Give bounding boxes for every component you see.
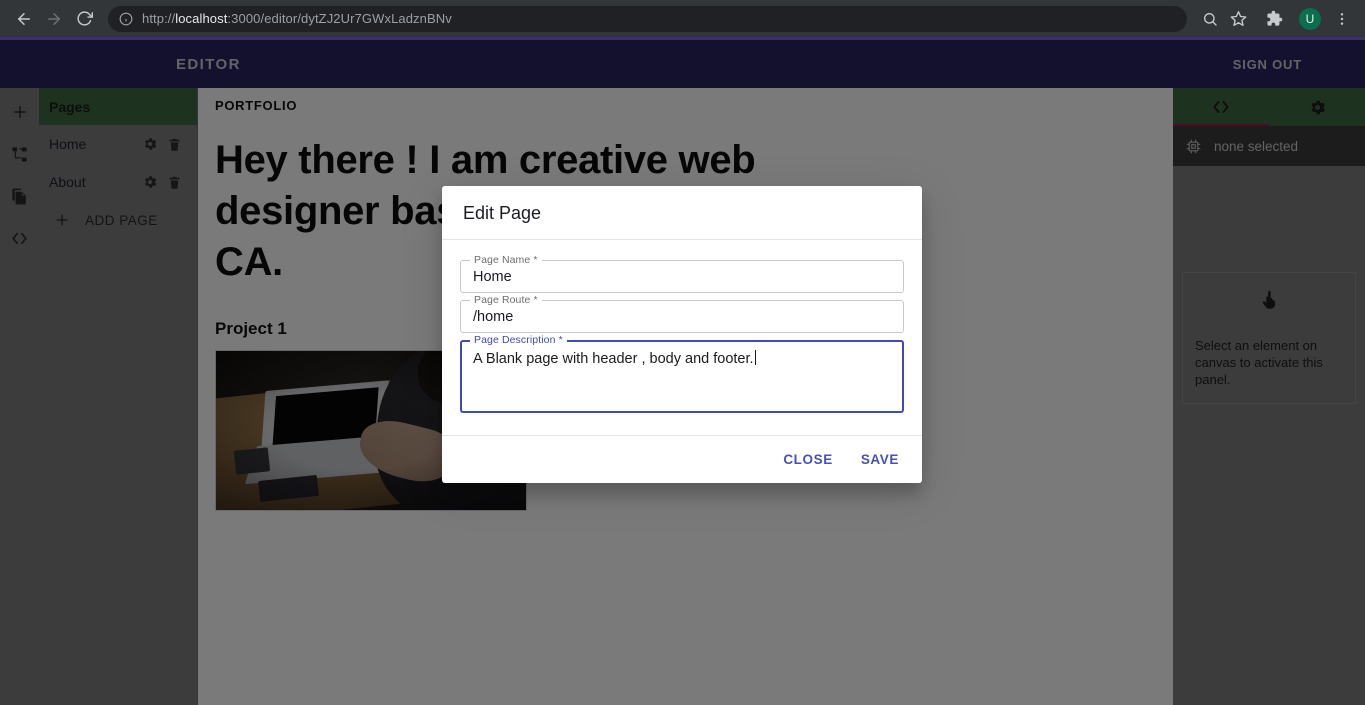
avatar[interactable]: U: [1299, 7, 1321, 30]
page-route-label: Page Route *: [470, 294, 542, 306]
reload-icon[interactable]: [70, 5, 98, 33]
page-name-label: Page Name *: [470, 254, 542, 266]
save-button[interactable]: SAVE: [850, 445, 910, 474]
forward-arrow-icon[interactable]: [40, 5, 68, 33]
address-bar[interactable]: http://localhost:3000/editor/dytZJ2Ur7GW…: [108, 5, 1187, 32]
page-description-label: Page Description *: [470, 334, 567, 346]
page-name-field-wrapper: Page Name * Home: [460, 254, 904, 293]
back-arrow-icon[interactable]: [10, 5, 38, 33]
page-description-field-wrapper: Page Description * A Blank page with hea…: [460, 334, 904, 413]
url-text: http://localhost:3000/editor/dytZJ2Ur7GW…: [142, 11, 452, 26]
browser-toolbar: http://localhost:3000/editor/dytZJ2Ur7GW…: [0, 0, 1365, 37]
dialog-title: Edit Page: [442, 186, 922, 240]
puzzle-piece-icon[interactable]: [1261, 6, 1287, 32]
search-icon[interactable]: [1197, 6, 1223, 32]
avatar-initial: U: [1305, 11, 1315, 26]
page-route-field-wrapper: Page Route * /home: [460, 294, 904, 333]
kebab-menu-icon[interactable]: [1329, 6, 1355, 32]
dialog-actions: CLOSE SAVE: [442, 435, 922, 483]
close-button[interactable]: CLOSE: [772, 445, 844, 474]
edit-page-dialog: Edit Page Page Name * Home Page Route * …: [442, 186, 922, 483]
page-description-value: A Blank page with header , body and foot…: [473, 351, 754, 367]
info-circle-icon[interactable]: [118, 11, 134, 27]
page-description-textarea[interactable]: A Blank page with header , body and foot…: [460, 340, 904, 413]
star-icon[interactable]: [1225, 6, 1251, 32]
dialog-body: Page Name * Home Page Route * /home Page…: [442, 240, 922, 435]
text-caret: [754, 350, 756, 365]
